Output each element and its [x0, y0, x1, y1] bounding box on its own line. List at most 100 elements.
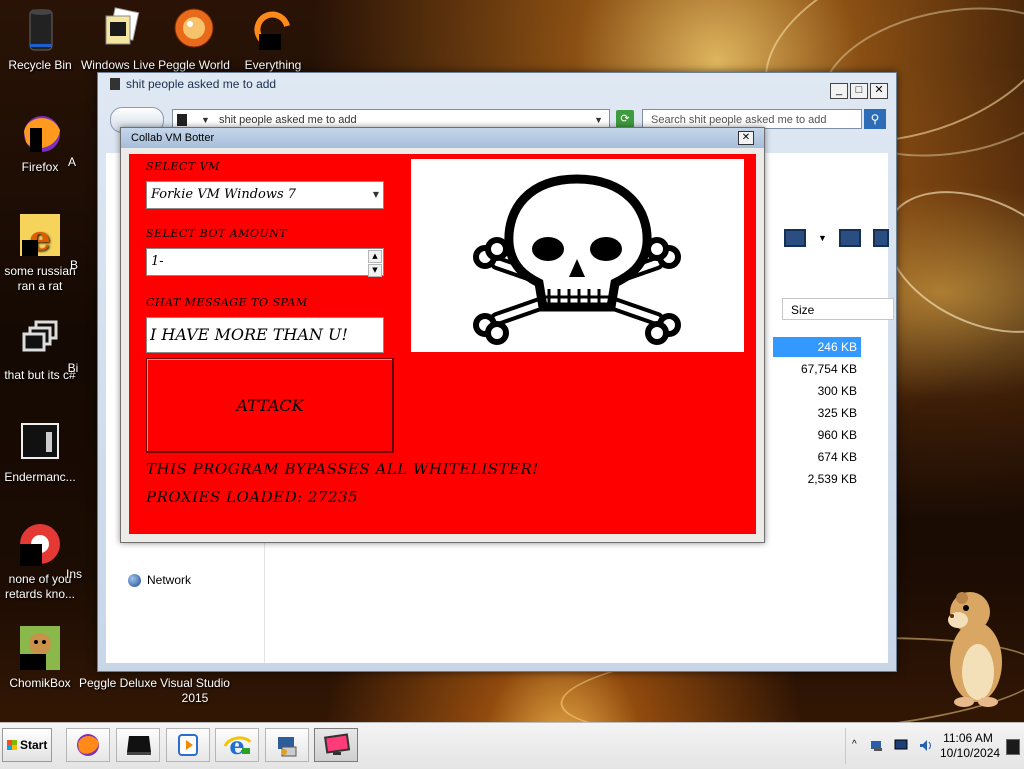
bot-close-button[interactable]: ✕	[738, 131, 754, 145]
explorer-titlebar[interactable]: shit people asked me to add	[98, 73, 896, 95]
chevron-down-icon[interactable]: ▼	[373, 182, 379, 208]
monitor-icon	[324, 733, 351, 755]
desktop-icon-partial[interactable]: Ins	[54, 567, 94, 582]
desktop-icon-label: Peggle Deluxe	[78, 676, 158, 690]
nav-item-network[interactable]: Network	[128, 573, 191, 587]
windows-logo-icon	[7, 740, 17, 750]
svg-text:e: e	[229, 732, 244, 758]
desktop-icon-label: Visual Studio 2015	[160, 676, 230, 705]
file-size-cell[interactable]: 325 KB	[773, 403, 861, 423]
spin-down-icon[interactable]: ▼	[368, 264, 382, 277]
recycle-bin-icon	[16, 6, 64, 54]
copy-windows-icon	[16, 316, 64, 364]
search-icon[interactable]: ⚲	[864, 109, 886, 129]
taskbar-ie[interactable]: e	[215, 728, 259, 762]
skull-crossbones-icon	[473, 174, 681, 345]
view-dropdown-icon[interactable]: ▼	[818, 233, 827, 243]
bot-title: Collab VM Botter	[131, 132, 215, 144]
taskbar: Start e ^ 11:06 AM 10/10/2024	[0, 722, 1024, 769]
desktop-icon-russian-rat[interactable]: e some russian ran a rat	[0, 212, 80, 294]
system-tray: ^ 11:06 AM 10/10/2024	[845, 728, 1024, 764]
media-player-icon	[178, 734, 198, 756]
select-bot-amount-label: SELECT BOT AMOUNT	[146, 227, 288, 240]
desktop-icon-label: A	[67, 155, 76, 169]
nav-item-label: Network	[147, 573, 192, 587]
bot-window[interactable]: Collab VM Botter ✕ SELECT VM Forkie VM W…	[120, 127, 765, 543]
desktop-icon-partial[interactable]: Bi	[53, 361, 93, 376]
spin-up-icon[interactable]: ▲	[368, 250, 382, 263]
firefox-icon	[16, 108, 64, 156]
taskbar-app-window[interactable]	[116, 728, 160, 762]
windows-live-icon	[94, 6, 142, 54]
desktop-icon-recycle-bin[interactable]: Recycle Bin	[0, 6, 80, 73]
view-toolbar: ▼	[784, 229, 889, 247]
clock[interactable]: 11:06 AM 10/10/2024	[940, 731, 1001, 761]
everything-icon	[249, 6, 297, 54]
proxies-loaded-status: PROXIES LOADED: 27235	[146, 488, 359, 506]
file-size-cell[interactable]: 67,754 KB	[773, 359, 861, 379]
start-button[interactable]: Start	[2, 728, 52, 762]
refresh-icon[interactable]: ⟳	[616, 110, 634, 128]
network-tray-icon[interactable]	[870, 739, 884, 752]
internet-explorer-icon: e	[223, 732, 252, 758]
clock-time: 11:06 AM	[943, 731, 993, 745]
desktop-icon-none-of-you[interactable]: none of you retards kno...	[0, 520, 80, 602]
maximize-button[interactable]: □	[850, 83, 868, 99]
bot-amount-stepper[interactable]: 1- ▲ ▼	[146, 248, 384, 277]
taskbar-firefox[interactable]	[66, 728, 110, 762]
file-size-cell[interactable]: 300 KB	[773, 381, 861, 401]
bot-form: SELECT VM Forkie VM Windows 7 ▼ SELECT B…	[129, 154, 756, 534]
spinner: ▲ ▼	[368, 250, 382, 277]
file-size-cell[interactable]: 2,539 KB	[773, 469, 861, 489]
preview-pane-icon[interactable]	[838, 229, 861, 247]
desktop-icon-partial[interactable]: A	[52, 155, 92, 170]
app-window-icon	[127, 736, 151, 755]
hamster-desktop-pet[interactable]	[944, 584, 1006, 710]
desktop-icon-label: B	[69, 258, 78, 272]
desktop-icon-endermanch[interactable]: Endermanc...	[0, 418, 80, 485]
folder-icon	[110, 78, 120, 90]
desktop-icon-partial[interactable]: B	[54, 258, 94, 273]
bot-titlebar[interactable]: Collab VM Botter	[121, 128, 764, 148]
caption-buttons: _ □ ✕	[830, 83, 888, 99]
start-label: Start	[20, 738, 48, 752]
file-size-cell[interactable]: 674 KB	[773, 447, 861, 467]
desktop-icon-label: Endermanc...	[4, 470, 76, 484]
network-icon	[128, 573, 141, 587]
show-desktop-button[interactable]	[1006, 739, 1020, 755]
close-button[interactable]: ✕	[870, 83, 888, 99]
desktop-icon-label: Ins	[65, 567, 82, 581]
file-size-cell[interactable]: 960 KB	[773, 425, 861, 445]
volume-icon[interactable]	[918, 739, 932, 752]
taskbar-installer[interactable]	[265, 728, 309, 762]
explorer-title: shit people asked me to add	[126, 77, 277, 91]
desktop-icon-windows-live[interactable]: Windows Live	[78, 6, 158, 73]
display-tray-icon[interactable]	[894, 739, 908, 752]
chat-message-input[interactable]: I HAVE MORE THAN U!	[146, 317, 384, 353]
vm-select[interactable]: Forkie VM Windows 7 ▼	[146, 181, 384, 209]
chrome-icon	[16, 520, 64, 568]
folder-icon	[177, 114, 187, 126]
peggle-world-icon	[170, 6, 218, 54]
taskbar-bot-window[interactable]	[314, 728, 358, 762]
attack-button[interactable]: ATTACK	[146, 358, 394, 453]
whitelist-notice: THIS PROGRAM BYPASSES ALL WHITELISTER!	[146, 460, 539, 478]
desktop-icon-label: Recycle Bin	[8, 58, 72, 72]
desktop-icon-everything[interactable]: Everything	[233, 6, 313, 73]
skull-image	[411, 159, 744, 352]
app-window-icon	[16, 418, 64, 466]
view-options-icon[interactable]	[784, 229, 806, 247]
search-input[interactable]: Search shit people asked me to add	[642, 109, 862, 129]
desktop-icon-chomikbox[interactable]: ChomikBox	[0, 624, 80, 691]
show-hidden-icons-button[interactable]: ^	[852, 739, 857, 750]
clock-date: 10/10/2024	[940, 746, 1001, 760]
desktop-icon-peggle-world[interactable]: Peggle World	[154, 6, 234, 73]
help-icon[interactable]	[872, 229, 889, 247]
select-vm-label: SELECT VM	[146, 160, 220, 173]
vm-select-value: Forkie VM Windows 7	[151, 187, 297, 202]
chomikbox-icon	[16, 624, 64, 672]
minimize-button[interactable]: _	[830, 83, 848, 99]
taskbar-media-player[interactable]	[166, 728, 210, 762]
column-header-size[interactable]: Size	[782, 298, 894, 320]
file-size-cell[interactable]: 246 KB	[773, 337, 861, 357]
